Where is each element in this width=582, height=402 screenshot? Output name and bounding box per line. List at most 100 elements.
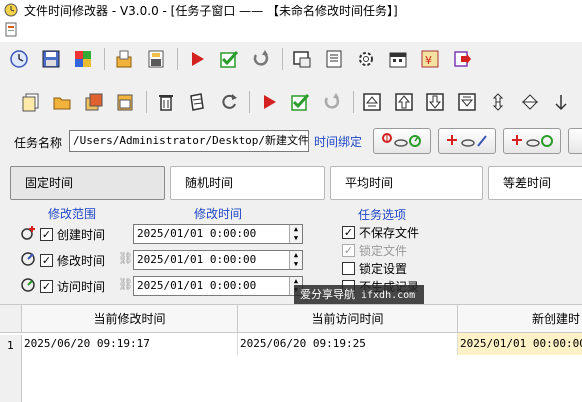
open-task-icon[interactable] <box>113 48 135 70</box>
modify-time-row: ✓ 修改时间 <box>20 249 105 271</box>
create-time-label: 创建时间 <box>57 227 106 242</box>
shuffle-icon[interactable] <box>487 91 508 113</box>
bind-more-button[interactable] <box>568 128 582 154</box>
svg-text:¥: ¥ <box>425 54 432 67</box>
window-title: 文件时间修改器 - V3.0.0 - [任务子窗口 —— 【未命名修改时间任务】… <box>24 3 398 18</box>
clean-icon[interactable] <box>186 91 207 113</box>
row-header-corner <box>0 305 22 333</box>
access-time-input[interactable]: 2025/01/01 0:00:00▲▼ <box>133 276 303 296</box>
toolbar-separator <box>104 48 105 70</box>
create-time-checkbox[interactable]: ✓ <box>40 227 53 241</box>
link-chain-icon[interactable]: ⛓ <box>118 277 133 293</box>
access-time-icon[interactable] <box>20 277 36 296</box>
bind-create-access-button[interactable] <box>503 128 561 154</box>
lock-file-label: 锁定文件 <box>359 243 408 258</box>
column-header-modify[interactable]: 当前修改时间 <box>22 305 238 333</box>
watermark-overlay: 爱分享导航 ifxdh.com <box>294 285 424 305</box>
move-down-icon[interactable] <box>425 91 446 113</box>
menu-bar <box>0 20 582 42</box>
no-save-label: 不保存文件 <box>359 225 420 240</box>
task-row: 任务名称 /Users/Administrator/Desktop/新建文件夹 … <box>0 126 582 156</box>
toolbar-separator <box>282 48 283 70</box>
tab-fixed-time[interactable]: 固定时间 <box>10 166 165 200</box>
refresh-icon[interactable] <box>218 91 239 113</box>
link-chain-icon[interactable]: ⛓ <box>118 251 133 267</box>
column-header-access[interactable]: 当前访问时间 <box>238 305 458 333</box>
access-time-checkbox[interactable]: ✓ <box>40 279 53 293</box>
clock-settings-icon[interactable] <box>8 48 30 70</box>
modify-time-icon[interactable] <box>20 251 36 270</box>
create-time-icon[interactable] <box>20 225 36 244</box>
bind-all-button[interactable] <box>373 128 431 154</box>
create-time-spinner[interactable]: ▲ ▼ <box>289 225 302 243</box>
row-header-column <box>0 357 22 402</box>
palette-icon[interactable] <box>72 48 94 70</box>
modify-time-input[interactable]: 2025/01/01 0:00:00 ▲ ▼ <box>133 250 303 270</box>
exit-icon[interactable] <box>451 48 473 70</box>
move-top-icon[interactable] <box>362 91 383 113</box>
access-time-label: 访问时间 <box>57 279 106 294</box>
time-binding-label: 时间绑定 <box>314 135 363 149</box>
access-time-row: ✓ 访问时间 <box>20 275 105 297</box>
tab-random-time[interactable]: 随机时间 <box>170 166 325 200</box>
copy-files-icon[interactable] <box>20 91 41 113</box>
watermark-text: 爱分享导航 <box>300 288 355 301</box>
confirm-icon[interactable] <box>290 91 311 113</box>
options-title: 任务选项 <box>358 208 407 222</box>
modify-time-value: 2025/01/01 0:00:00 <box>137 253 257 266</box>
task-path-field[interactable]: /Users/Administrator/Desktop/新建文件夹 <box>69 130 309 152</box>
access-time-value: 2025/01/01 0:00:00 <box>137 279 257 292</box>
delete-icon[interactable] <box>155 91 176 113</box>
create-time-input[interactable]: 2025/01/01 0:00:00 ▲ ▼ <box>133 224 303 244</box>
save-task-icon[interactable] <box>145 48 167 70</box>
toolbar-separator <box>177 48 178 70</box>
lock-file-checkbox: ✓ <box>342 243 355 257</box>
main-toolbar: ¥ <box>8 43 582 75</box>
modify-time-checkbox[interactable]: ✓ <box>40 253 53 267</box>
confirm-icon[interactable] <box>218 48 240 70</box>
notebook-icon[interactable] <box>323 48 345 70</box>
option-lock-settings[interactable]: 锁定设置 <box>342 259 407 277</box>
table-cell-highlighted[interactable]: 2025/01/01 00:00:00 <box>458 333 582 355</box>
calendar-icon[interactable] <box>387 48 409 70</box>
option-no-save[interactable]: ✓ 不保存文件 <box>342 223 419 241</box>
move-up-icon[interactable] <box>393 91 414 113</box>
toolbar-separator <box>352 91 354 113</box>
task-name-label: 任务名称 <box>14 136 63 150</box>
save-disk-icon[interactable] <box>40 48 62 70</box>
move-bottom-icon[interactable] <box>456 91 477 113</box>
toolbar-separator <box>145 91 147 113</box>
column-header-new-create[interactable]: 新创建时 <box>458 305 582 333</box>
donate-icon[interactable]: ¥ <box>419 48 441 70</box>
watermark-domain: ifxdh.com <box>361 290 416 301</box>
undo-icon[interactable] <box>250 48 272 70</box>
tab-arithmetic-time[interactable]: 等差时间 <box>488 166 582 200</box>
add-files-icon[interactable] <box>83 91 104 113</box>
create-time-row: ✓ 创建时间 <box>20 223 105 245</box>
more-down-icon[interactable] <box>550 91 571 113</box>
row-number[interactable]: 1 <box>0 335 22 357</box>
range-title: 修改范围 <box>48 207 97 221</box>
sort-icon[interactable] <box>519 91 540 113</box>
option-lock-file: ✓ 锁定文件 <box>342 241 407 259</box>
undo-icon[interactable] <box>321 91 342 113</box>
bind-create-modify-button[interactable] <box>438 128 496 154</box>
open-folder-icon[interactable] <box>51 91 72 113</box>
gear-icon[interactable] <box>355 48 377 70</box>
modify-time-label: 修改时间 <box>57 253 106 268</box>
no-save-checkbox[interactable]: ✓ <box>342 225 355 239</box>
create-time-value: 2025/01/01 0:00:00 <box>137 227 257 240</box>
menu-doc-icon[interactable] <box>4 22 18 41</box>
table-cell[interactable]: 2025/06/20 09:19:25 <box>238 333 458 355</box>
time-title: 修改时间 <box>194 207 243 221</box>
run-icon[interactable] <box>258 91 279 113</box>
lock-settings-checkbox[interactable] <box>342 261 355 275</box>
file-toolbar <box>20 86 582 118</box>
modify-time-spinner[interactable]: ▲ ▼ <box>289 251 302 269</box>
tab-average-time[interactable]: 平均时间 <box>330 166 483 200</box>
mode-tabs: 固定时间 随机时间 平均时间 等差时间 <box>0 166 582 202</box>
run-icon[interactable] <box>186 48 208 70</box>
file-list-icon[interactable] <box>114 91 135 113</box>
table-cell[interactable]: 2025/06/20 09:19:17 <box>22 333 238 355</box>
window-capture-icon[interactable] <box>291 48 313 70</box>
